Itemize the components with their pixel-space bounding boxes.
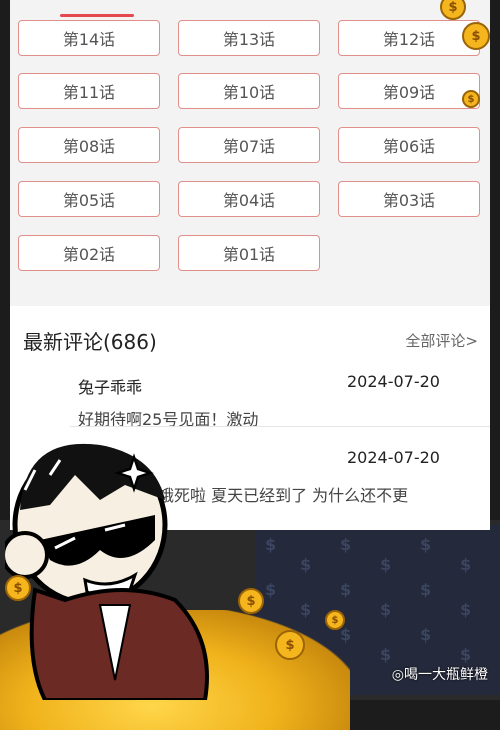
chapter-button[interactable]: 第14话 [18,20,160,56]
chapter-button[interactable]: 第03话 [338,181,480,217]
watermark: ◎喝一大瓶鲜橙 [391,667,488,683]
comments-title: 最新评论(686) [23,330,157,354]
cartoon-character [5,443,209,700]
chapter-button[interactable]: 第08话 [18,127,160,163]
chapter-button[interactable]: 第07话 [178,127,320,163]
coin-icon: $ [325,610,345,630]
comment-username[interactable]: 兔子乖乖 [78,374,142,398]
coin-icon: $ [5,575,31,601]
chapter-button[interactable]: 第06话 [338,127,480,163]
chapter-button[interactable]: 第05话 [18,181,160,217]
active-tab-indicator [60,14,134,17]
chapter-button[interactable]: 第09话 [338,73,480,109]
chapter-button[interactable]: 第02话 [18,235,160,271]
coin-icon: $ [275,630,305,660]
comment-divider [70,426,490,427]
chapter-button[interactable]: 第12话 [338,20,480,56]
coin-icon: $ [462,90,480,108]
chapter-button[interactable]: 第10话 [178,73,320,109]
comment-date: 2024-07-20 [347,372,440,391]
chapter-button[interactable]: 第01话 [178,235,320,271]
comment-date: 2024-07-20 [347,448,440,467]
coin-icon: $ [462,22,490,50]
all-comments-link[interactable]: 全部评论> [405,330,478,351]
chapter-grid: 第14话 第13话 第12话 第11话 第10话 第09话 第08话 第07话 … [18,20,498,290]
chapter-button[interactable]: 第11话 [18,73,160,109]
chapter-button[interactable]: 第04话 [178,181,320,217]
coin-icon: $ [238,588,264,614]
chapter-button[interactable]: 第13话 [178,20,320,56]
